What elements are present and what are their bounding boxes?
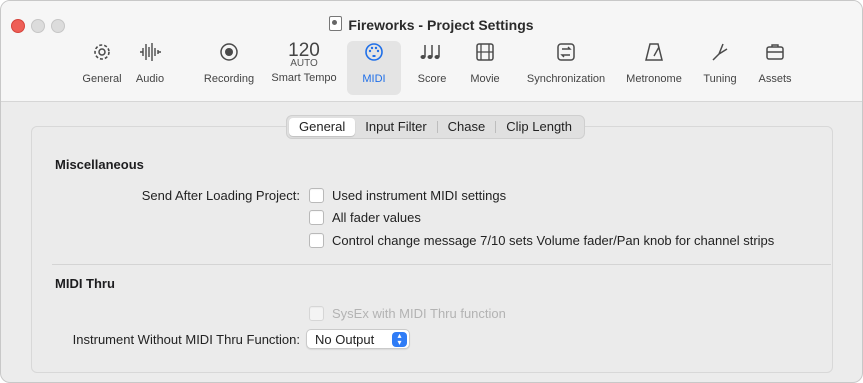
checkbox-box[interactable]: [309, 306, 324, 321]
sync-icon: [519, 41, 613, 69]
tab-synchronization[interactable]: Synchronization: [519, 41, 613, 95]
checkbox-box[interactable]: [309, 210, 324, 225]
tab-midi[interactable]: MIDI: [347, 41, 401, 95]
tab-label: Audio: [135, 73, 165, 85]
toolbar: Fireworks - Project Settings General Aud…: [1, 1, 862, 102]
segmented-control: General Input Filter Chase Clip Length: [286, 115, 586, 139]
tab-label: Smart Tempo: [271, 72, 337, 84]
tab-label: General: [82, 73, 122, 85]
tab-label: Tuning: [703, 73, 737, 85]
gear-icon: [76, 41, 128, 69]
window-title: Fireworks - Project Settings: [1, 16, 862, 33]
tab-score[interactable]: Score: [412, 41, 452, 95]
briefcase-icon: [752, 41, 798, 69]
waveform-icon: [131, 41, 169, 69]
popup-value: No Output: [315, 332, 375, 347]
tab-recording[interactable]: Recording: [200, 41, 258, 95]
tab-label: Metronome: [626, 73, 682, 85]
all-fader-values-checkbox[interactable]: All fader values: [309, 210, 421, 225]
project-settings-window: Fireworks - Project Settings General Aud…: [0, 0, 863, 383]
section-divider: [52, 264, 831, 265]
tab-movie[interactable]: Movie: [464, 41, 506, 95]
tuning-fork-icon: [696, 41, 744, 69]
checkbox-label: Used instrument MIDI settings: [332, 188, 507, 203]
tempo-value: 120: [288, 40, 320, 61]
checkbox-label: All fader values: [332, 210, 421, 225]
tab-general[interactable]: General: [76, 41, 128, 95]
tempo-mode: AUTO: [290, 58, 318, 69]
tab-tuning[interactable]: Tuning: [696, 41, 744, 95]
tab-label: Score: [417, 73, 447, 85]
notes-icon: [412, 41, 452, 69]
sysex-midi-thru-checkbox[interactable]: SysEx with MIDI Thru function: [309, 306, 506, 321]
segment-clip-length[interactable]: Clip Length: [496, 118, 582, 136]
tab-assets[interactable]: Assets: [752, 41, 798, 95]
tab-label: Movie: [470, 73, 500, 85]
miscellaneous-heading: Miscellaneous: [55, 157, 144, 172]
used-instrument-midi-settings-checkbox[interactable]: Used instrument MIDI settings: [309, 188, 506, 203]
checkbox-label: SysEx with MIDI Thru function: [332, 306, 506, 321]
control-change-checkbox[interactable]: Control change message 7/10 sets Volume …: [309, 233, 774, 248]
tab-metronome[interactable]: Metronome: [621, 41, 687, 95]
checkbox-box[interactable]: [309, 233, 324, 248]
checkbox-label: Control change message 7/10 sets Volume …: [332, 233, 775, 248]
midi-connector-icon: [347, 41, 401, 69]
tab-label: MIDI: [362, 73, 386, 85]
instrument-output-popup[interactable]: No Output ▴ ▾: [306, 329, 410, 349]
checkbox-box[interactable]: [309, 188, 324, 203]
document-icon: [329, 16, 343, 31]
tab-audio[interactable]: Audio: [131, 41, 169, 95]
send-after-loading-label: Send After Loading Project:: [141, 188, 300, 203]
segment-input-filter[interactable]: Input Filter: [355, 118, 436, 136]
film-icon: [464, 41, 506, 69]
record-icon: [200, 41, 258, 69]
segment-general[interactable]: General: [289, 118, 356, 136]
updown-chevron-icon: ▴ ▾: [392, 332, 407, 347]
tab-label: Recording: [203, 73, 255, 85]
tab-label: Assets: [758, 73, 792, 85]
window-title-text: Fireworks - Project Settings: [348, 17, 534, 33]
midi-thru-heading: MIDI Thru: [55, 276, 115, 291]
metronome-icon: [621, 41, 687, 69]
settings-panel: General Input Filter Chase Clip Length M…: [31, 115, 833, 373]
segment-chase[interactable]: Chase: [438, 118, 496, 136]
tab-smart-tempo[interactable]: 120 AUTO Smart Tempo: [268, 41, 340, 95]
tab-label: Synchronization: [526, 73, 606, 85]
instrument-without-midi-thru-label: Instrument Without MIDI Thru Function:: [72, 332, 300, 347]
